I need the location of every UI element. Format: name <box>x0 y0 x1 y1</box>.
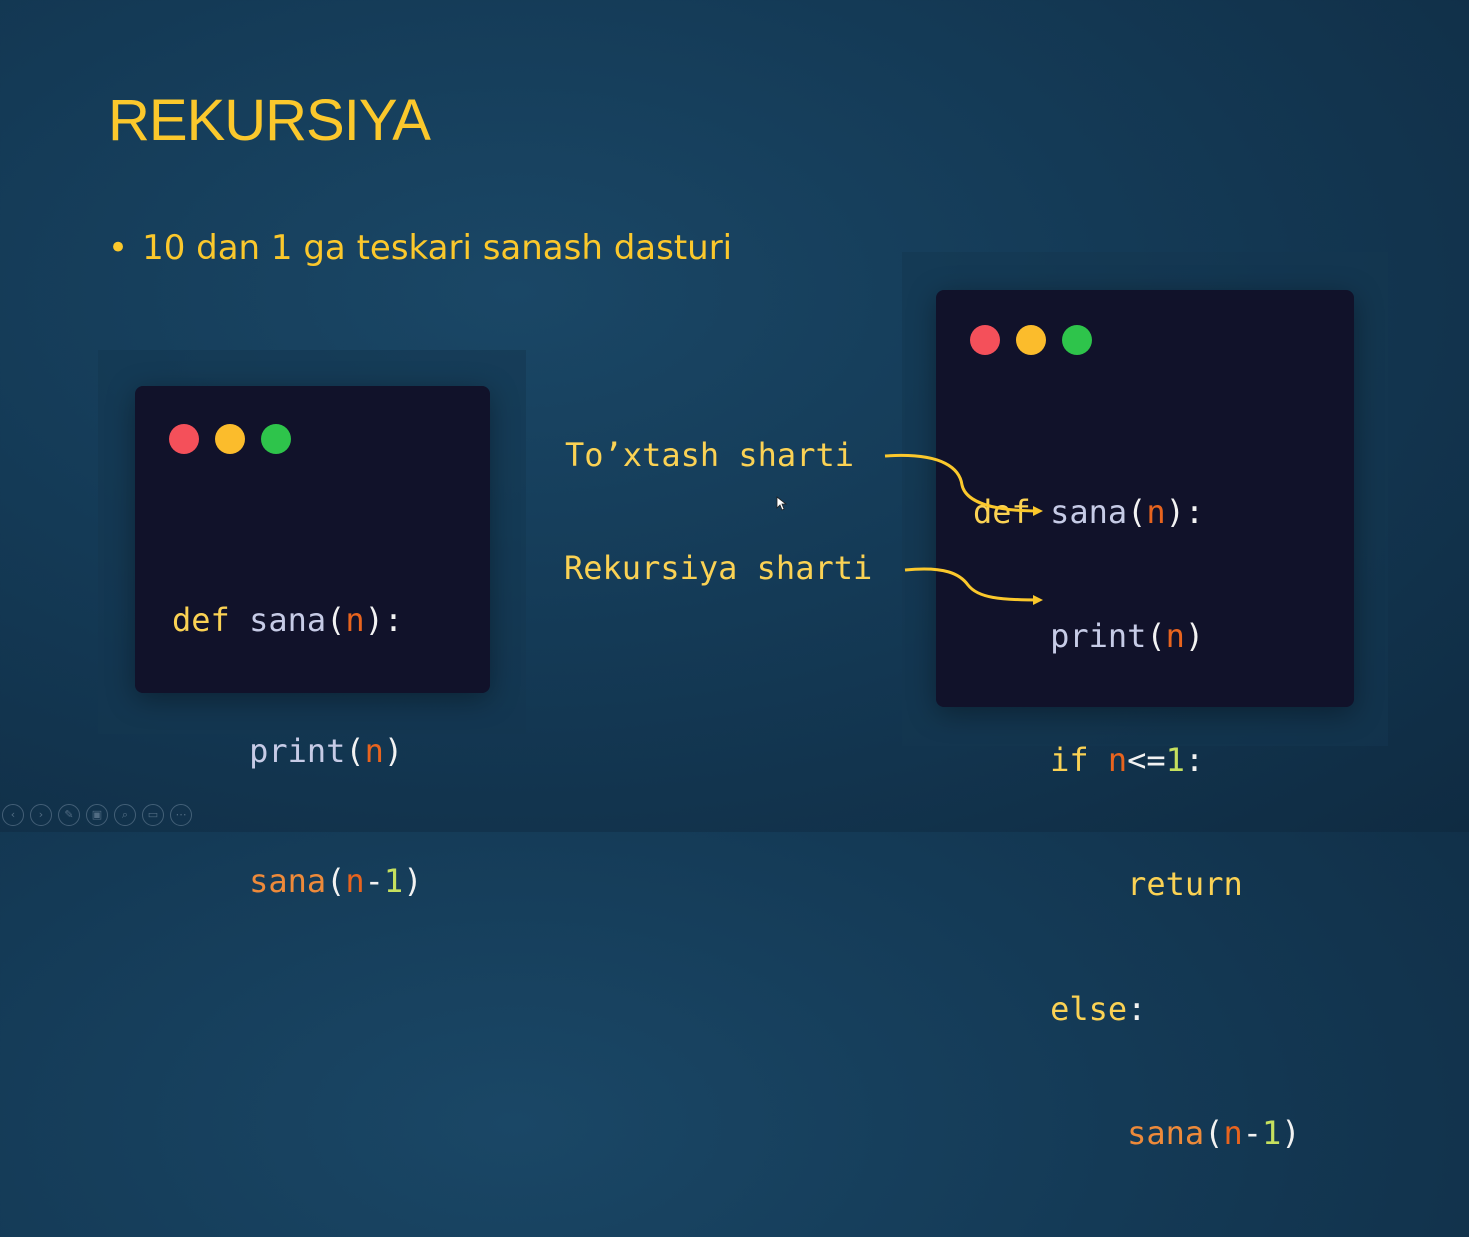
slides-icon[interactable]: ▣ <box>86 804 108 826</box>
bullet-point: • 10 dan 1 ga teskari sanash dasturi <box>108 226 732 270</box>
code-function: sana <box>1050 492 1128 531</box>
code-keyword: else <box>1050 989 1128 1028</box>
code-punct: ) <box>403 862 423 900</box>
code-line: print(n) <box>172 730 422 774</box>
code-line: return <box>973 864 1301 905</box>
code-line: def sana(n): <box>172 599 422 643</box>
code-punct: : <box>1184 741 1205 780</box>
maximize-dot-icon <box>1062 325 1092 355</box>
more-icon[interactable]: ⋯ <box>170 804 192 826</box>
code-punct: ( <box>326 862 346 900</box>
code-punct: ) <box>1184 617 1205 656</box>
stop-condition-label: To’xtash sharti <box>565 436 854 474</box>
code-variable: n <box>1165 617 1185 656</box>
code-number: 1 <box>1261 1113 1282 1152</box>
mouse-cursor-icon <box>776 496 788 511</box>
bullet-marker: • <box>108 228 129 268</box>
presentation-slide: REKURSIYA • 10 dan 1 ga teskari sanash da… <box>0 0 1469 1152</box>
code-punct: ( <box>345 731 365 770</box>
minimize-dot-icon <box>215 424 245 454</box>
code-line: sana(n-1) <box>172 860 422 904</box>
code-line: print(n) <box>973 616 1301 657</box>
presentation-toolbar: ‹ › ✎ ▣ ⌕ ▭ ⋯ <box>2 804 192 826</box>
code-punct: ( <box>1204 1113 1224 1152</box>
subtitles-icon[interactable]: ▭ <box>142 804 164 826</box>
pen-icon[interactable]: ✎ <box>58 804 80 826</box>
code-operator: <= <box>1127 741 1166 780</box>
slide-title: REKURSIYA <box>108 88 431 153</box>
code-operator: - <box>1242 1113 1262 1152</box>
code-punct: ( <box>326 601 346 639</box>
code-punct: ) <box>383 731 404 770</box>
code-function: sana <box>249 862 327 900</box>
code-line: def sana(n): <box>973 492 1301 533</box>
code-function: print <box>1050 617 1147 656</box>
code-variable: n <box>345 601 365 639</box>
code-number: 1 <box>383 862 404 900</box>
code-punct: ( <box>1146 617 1166 656</box>
next-icon[interactable]: › <box>30 804 52 826</box>
code-punct: : <box>1127 989 1147 1028</box>
right-code-window: def sana(n): print(n) if n<=1: return el… <box>936 290 1354 1152</box>
code-keyword: def <box>973 492 1031 531</box>
code-line: if n<=1: <box>973 740 1301 781</box>
prev-icon[interactable]: ‹ <box>2 804 24 826</box>
close-dot-icon <box>970 325 1000 355</box>
bullet-text: 10 dan 1 ga teskari sanash dasturi <box>142 228 733 268</box>
left-code-block: def sana(n): print(n) sana(n-1) <box>172 512 422 991</box>
maximize-dot-icon <box>261 424 291 454</box>
code-punct: ): <box>364 601 404 639</box>
window-controls <box>970 325 1092 355</box>
code-keyword: return <box>1127 865 1243 904</box>
minimize-dot-icon <box>1016 325 1046 355</box>
code-variable: n <box>1223 1113 1243 1152</box>
right-code-block: def sana(n): print(n) if n<=1: return el… <box>973 409 1301 1237</box>
code-variable: n <box>1107 741 1128 780</box>
code-number: 1 <box>1165 741 1185 780</box>
left-code-window: def sana(n): print(n) sana(n-1) <box>135 386 490 900</box>
code-operator: - <box>364 862 384 900</box>
code-function: print <box>249 731 346 770</box>
recursion-condition-label: Rekursiya sharti <box>564 549 873 587</box>
code-function: sana <box>249 601 327 639</box>
code-punct: ): <box>1165 492 1205 531</box>
code-variable: n <box>345 862 365 900</box>
code-punct: ) <box>1281 1113 1301 1152</box>
code-variable: n <box>1146 492 1166 531</box>
code-variable: n <box>364 731 384 770</box>
code-function: sana <box>1127 1113 1205 1152</box>
window-controls <box>169 424 291 454</box>
code-line: sana(n-1) <box>973 1113 1301 1154</box>
zoom-icon[interactable]: ⌕ <box>114 804 136 826</box>
code-keyword: if <box>1050 741 1089 780</box>
close-dot-icon <box>169 424 199 454</box>
code-punct: ( <box>1127 492 1147 531</box>
code-line: else: <box>973 989 1301 1030</box>
code-keyword: def <box>172 601 230 639</box>
